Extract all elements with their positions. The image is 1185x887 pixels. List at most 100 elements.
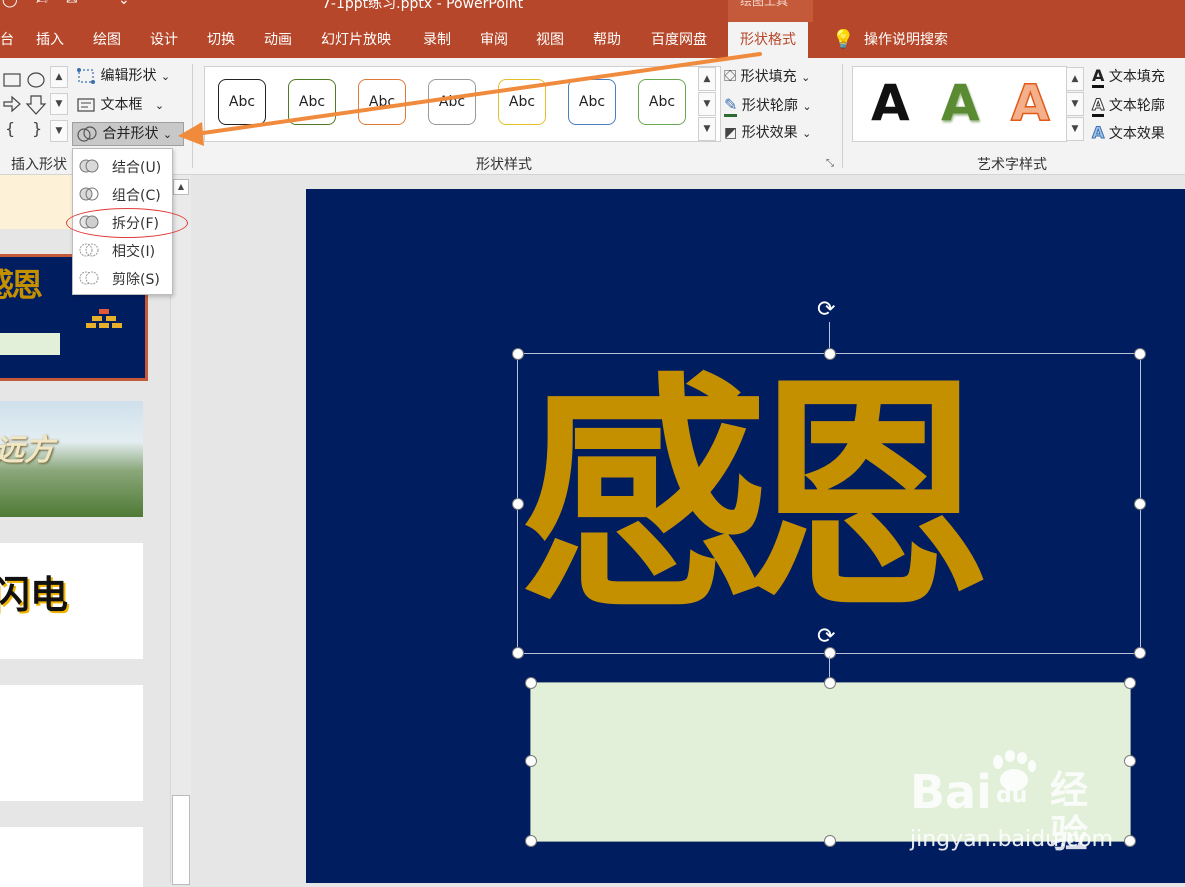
autosave-icon[interactable]: ◯ [2, 0, 18, 8]
resize-handle[interactable] [525, 755, 537, 767]
text-box-icon [77, 98, 95, 112]
ribbon: { } ▲ ▼ ▼ 编辑形状 ⌄ 文本框 ⌄ 合并形状 ⌄ 插入形状 Abc A… [0, 58, 1185, 175]
combine-icon [79, 187, 99, 201]
chevron-down-icon: ⌄ [801, 71, 811, 84]
chevron-down-icon: ⌄ [802, 100, 812, 113]
insert-shapes-group-label: 插入形状 [11, 157, 67, 173]
wordart-swatch[interactable]: A [941, 77, 980, 129]
tab-draw[interactable]: 绘图 [93, 22, 121, 58]
tab-baidu-netdisk[interactable]: 百度网盘 [651, 22, 707, 58]
tab-insert[interactable]: 插入 [36, 22, 64, 58]
resize-handle[interactable] [1134, 498, 1146, 510]
resize-handle[interactable] [525, 677, 537, 689]
shape-effects-button[interactable]: ◩ 形状效果 ⌄ [724, 122, 811, 144]
shape-style-swatch[interactable]: Abc [218, 79, 266, 125]
pen-icon: ✎ [724, 95, 738, 117]
resize-handle[interactable] [512, 348, 524, 360]
slide-thumbnail[interactable]: 远方 [0, 401, 143, 517]
merge-shapes-button[interactable]: 合并形状 ⌄ [72, 122, 184, 146]
styles-scroll-down[interactable]: ▼ [698, 92, 716, 116]
tab-help[interactable]: 帮助 [593, 22, 621, 58]
shapes-more[interactable]: ▼ [50, 120, 68, 142]
customize-toolbar-icon[interactable]: ⌄ [118, 0, 130, 8]
styles-more[interactable]: ▼ [698, 117, 716, 141]
shape-style-swatch[interactable]: Abc [638, 79, 686, 125]
wordart-scroll-down[interactable]: ▼ [1066, 92, 1084, 116]
wordart-styles-gallery[interactable]: A A A [852, 66, 1067, 142]
shape-fill-button[interactable]: ⛋ 形状填充 ⌄ [724, 65, 810, 87]
shape-styles-gallery[interactable]: Abc Abc Abc Abc Abc Abc Abc [204, 66, 721, 142]
text-fill-icon: A [1092, 66, 1105, 88]
tab-view[interactable]: 视图 [536, 22, 564, 58]
touch-mode-icon[interactable]: ✍ [36, 0, 48, 8]
thumbnail-blocks-icon [86, 309, 122, 328]
menu-item-label: 拆分(F) [112, 216, 159, 232]
rotate-handle-icon[interactable]: ⟳ [817, 299, 835, 321]
edit-shape-button[interactable]: 编辑形状 ⌄ [76, 65, 170, 87]
resize-handle[interactable] [525, 835, 537, 847]
shapes-scroll-down[interactable]: ▼ [50, 93, 68, 115]
menu-item-intersect[interactable]: 相交(I) [73, 236, 172, 264]
styles-scroll-up[interactable]: ▲ [698, 67, 716, 91]
resize-handle[interactable] [1124, 835, 1136, 847]
shape-style-swatch[interactable]: Abc [568, 79, 616, 125]
thumbnail-rect [0, 333, 60, 355]
thumbnail-scrollbar[interactable]: ▲ [170, 175, 191, 885]
menu-item-union[interactable]: 结合(U) [73, 152, 172, 180]
text-outline-button[interactable]: A 文本轮廓 [1091, 94, 1165, 117]
slide-thumbnail[interactable] [0, 827, 143, 887]
menu-item-subtract[interactable]: 剪除(S) [73, 264, 172, 292]
window-title: 7-1ppt练习.pptx - PowerPoint [322, 0, 524, 12]
shapes-scroll-up[interactable]: ▲ [50, 66, 68, 88]
subtract-icon [79, 271, 99, 285]
group-divider [192, 64, 193, 168]
shape-style-swatch[interactable]: Abc [428, 79, 476, 125]
shape-style-swatch[interactable]: Abc [288, 79, 336, 125]
menu-item-combine[interactable]: 组合(C) [73, 180, 172, 208]
resize-handle[interactable] [824, 348, 836, 360]
menu-item-fragment[interactable]: 拆分(F) [73, 208, 172, 236]
email-icon[interactable]: ✉ [66, 0, 78, 8]
tab-shape-format[interactable]: 形状格式 [728, 22, 808, 58]
shape-style-swatch[interactable]: Abc [498, 79, 546, 125]
tab-record[interactable]: 录制 [423, 22, 451, 58]
dialog-launcher-icon[interactable]: ⤡ [826, 158, 834, 169]
tab-transitions[interactable]: 切换 [207, 22, 235, 58]
slide-thumbnail[interactable]: 闪电 [0, 543, 143, 659]
tab-slideshow[interactable]: 幻灯片放映 [321, 22, 391, 58]
shape-effects-icon: ◩ [724, 125, 738, 141]
resize-handle[interactable] [1124, 677, 1136, 689]
resize-handle[interactable] [512, 647, 524, 659]
tab-home[interactable]: 台 [0, 22, 14, 58]
tab-design[interactable]: 设计 [150, 22, 178, 58]
slide-title-text[interactable]: 感恩 [520, 358, 992, 638]
rotate-handle-icon[interactable]: ⟳ [817, 626, 835, 648]
resize-handle[interactable] [824, 677, 836, 689]
chevron-down-icon: ⌄ [160, 70, 171, 83]
wordart-swatch[interactable]: A [871, 77, 910, 129]
tab-animations[interactable]: 动画 [264, 22, 292, 58]
wordart-scroll-up[interactable]: ▲ [1066, 67, 1084, 91]
text-effects-icon: A [1091, 123, 1105, 143]
wordart-swatch[interactable]: A [1010, 76, 1050, 130]
shape-style-swatch[interactable]: Abc [358, 79, 406, 125]
watermark-brand-du: du [996, 783, 1028, 808]
text-effects-button[interactable]: A 文本效果 [1091, 122, 1164, 144]
resize-handle[interactable] [1134, 348, 1146, 360]
wordart-more[interactable]: ▼ [1066, 117, 1084, 141]
resize-handle[interactable] [1134, 647, 1146, 659]
text-fill-button[interactable]: A 文本填充 [1092, 65, 1165, 88]
resize-handle[interactable] [824, 835, 836, 847]
text-box-button[interactable]: 文本框 ⌄ [76, 94, 164, 116]
slide-thumbnail[interactable] [0, 685, 143, 801]
shape-outline-button[interactable]: ✎ 形状轮廓 ⌄ [724, 94, 812, 117]
tell-me-search[interactable]: 操作说明搜索 [864, 22, 948, 58]
text-outline-label: 文本轮廓 [1108, 98, 1165, 114]
group-divider [842, 64, 843, 168]
title-bar: ◯ ✍ ✉ ⌄ 7-1ppt练习.pptx - PowerPoint 绘图工具 [0, 0, 1185, 22]
tab-review[interactable]: 审阅 [480, 22, 508, 58]
scroll-up-arrow-icon[interactable]: ▲ [173, 179, 189, 195]
resize-handle[interactable] [1124, 755, 1136, 767]
scrollbar-thumb[interactable] [172, 795, 190, 885]
resize-handle[interactable] [512, 498, 524, 510]
